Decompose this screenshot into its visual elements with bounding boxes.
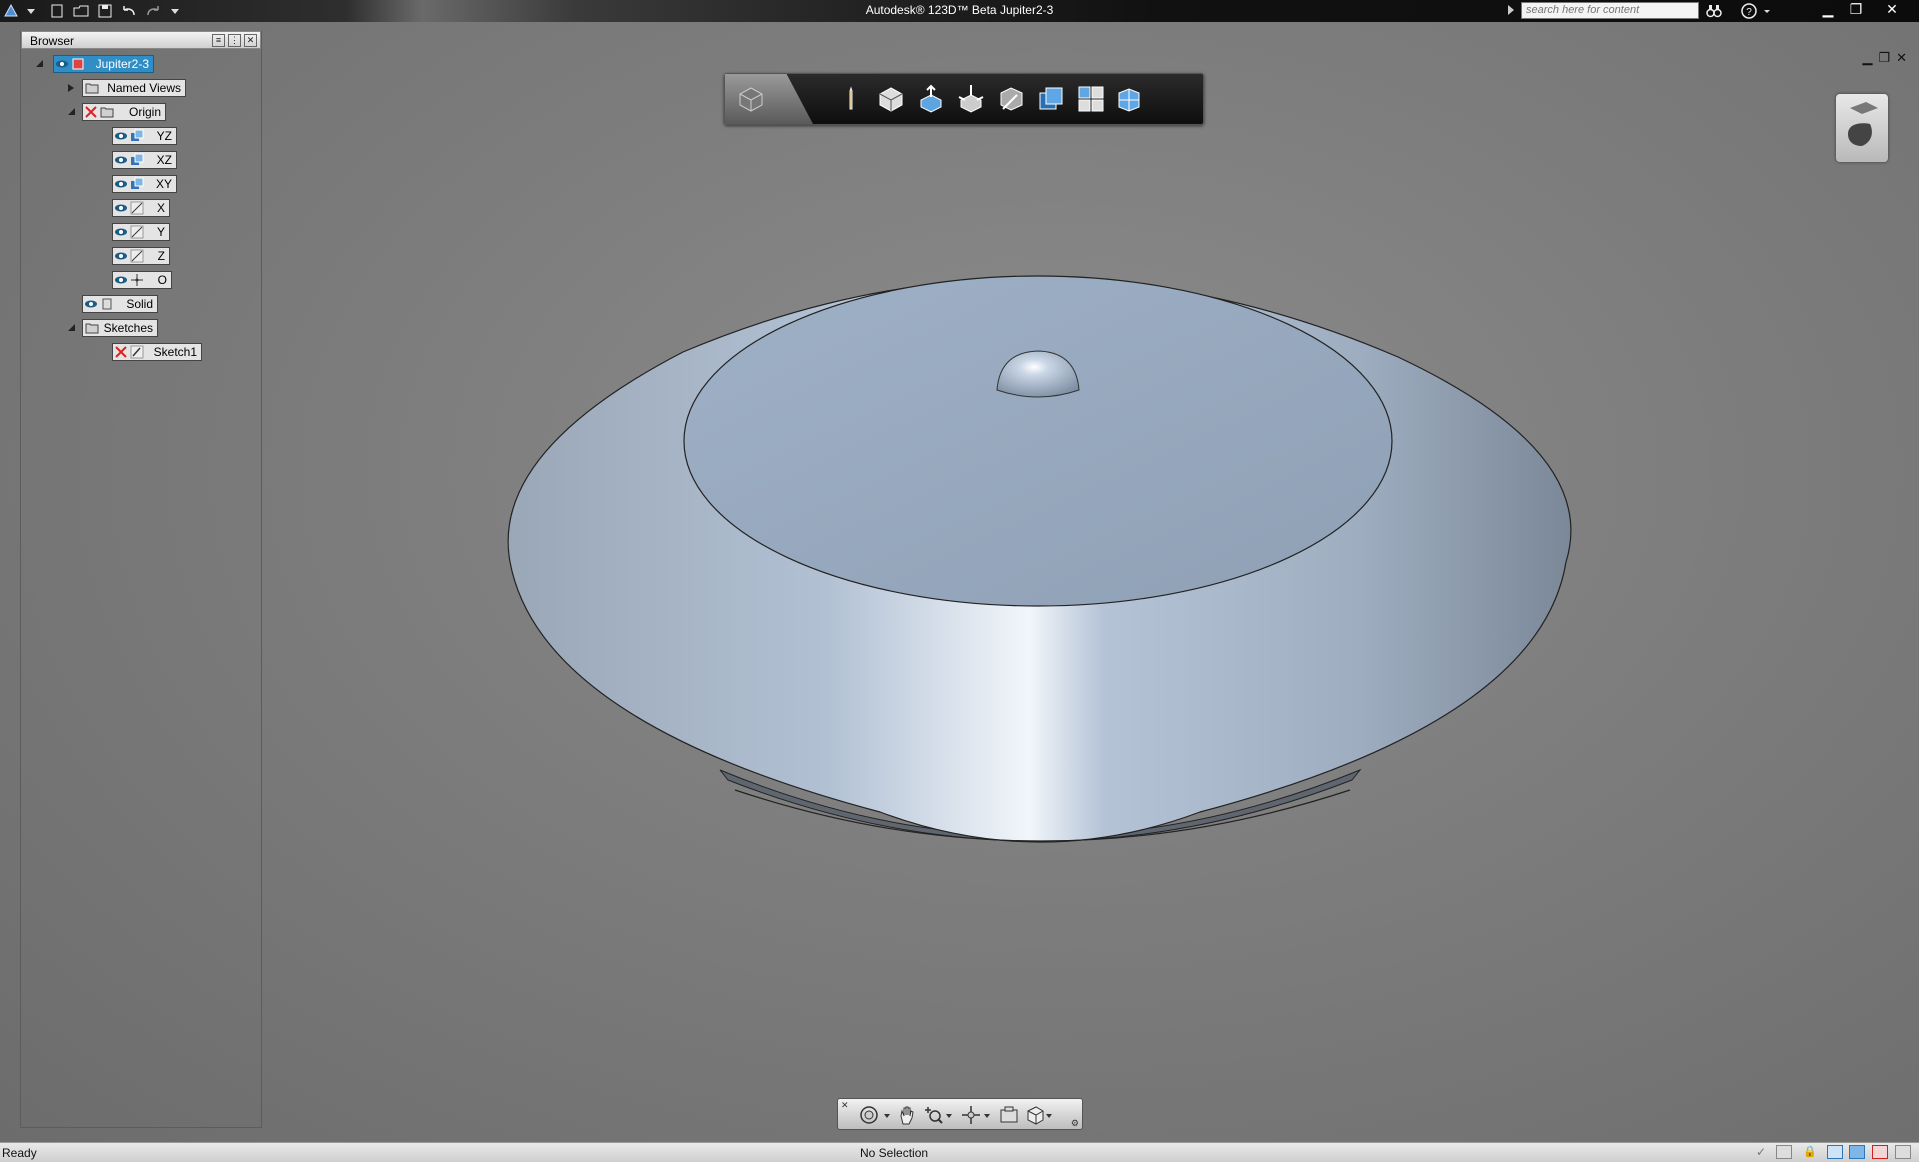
- plane-icon: [130, 177, 144, 191]
- eye-icon[interactable]: [114, 273, 128, 287]
- nav-bar-close-icon[interactable]: ✕: [841, 1100, 849, 1111]
- display-icon[interactable]: [1895, 1145, 1911, 1159]
- model-canvas[interactable]: [0, 22, 1919, 1142]
- constraint-icon[interactable]: [1872, 1145, 1888, 1159]
- restore-icon[interactable]: ❐: [1844, 0, 1868, 20]
- view-cube-icon[interactable]: [1024, 1104, 1046, 1126]
- cubes-icon[interactable]: [1115, 83, 1147, 115]
- eye-icon[interactable]: [114, 249, 128, 263]
- sketch-icon: [130, 345, 144, 359]
- point-icon: [130, 273, 144, 287]
- zoom-icon[interactable]: [922, 1104, 944, 1126]
- eye-icon[interactable]: [114, 177, 128, 191]
- snap-icon[interactable]: [1849, 1145, 1865, 1159]
- view-dropdown-icon[interactable]: [1044, 1104, 1066, 1126]
- browser-title: Browser: [30, 34, 75, 48]
- lock-icon[interactable]: 🔒: [1803, 1145, 1819, 1159]
- orbit-icon[interactable]: [858, 1104, 880, 1126]
- tree-expander-sketches[interactable]: [68, 324, 75, 331]
- viewport-window-controls[interactable]: ▁❐✕: [1862, 50, 1913, 66]
- axis-icon: [130, 201, 144, 215]
- eye-icon[interactable]: [84, 297, 98, 311]
- grid-toggle-icon[interactable]: [1776, 1145, 1792, 1159]
- assembly-icon: [71, 57, 85, 71]
- browser-options-icon[interactable]: ⋮: [228, 34, 241, 47]
- search-input[interactable]: [1521, 2, 1699, 19]
- axis-icon: [130, 225, 144, 239]
- tree-expander-root[interactable]: [36, 60, 43, 67]
- close-icon[interactable]: ✕: [1880, 0, 1904, 20]
- viewcube[interactable]: [1836, 94, 1888, 162]
- browser-close-icon[interactable]: ✕: [244, 34, 257, 47]
- sketch-icon[interactable]: [835, 83, 867, 115]
- svg-text:?: ?: [1746, 7, 1752, 18]
- status-text: Ready: [2, 1146, 37, 1160]
- plane-icon: [130, 153, 144, 167]
- move-icon[interactable]: [955, 83, 987, 115]
- browser-header: Browser ≡ ⋮ ✕: [21, 31, 261, 49]
- box-icon[interactable]: [875, 83, 907, 115]
- eye-icon[interactable]: [55, 57, 69, 71]
- grid-icon[interactable]: [1075, 83, 1107, 115]
- folder-icon: [100, 105, 114, 119]
- look-icon[interactable]: [960, 1104, 982, 1126]
- solid-icon: [100, 297, 114, 311]
- eye-icon[interactable]: [114, 225, 128, 239]
- plane-icon: [130, 129, 144, 143]
- eye-icon[interactable]: [114, 201, 128, 215]
- help-dropdown-icon[interactable]: [1758, 2, 1776, 20]
- camera-icon[interactable]: [998, 1104, 1020, 1126]
- navigation-bar: ✕ ⚙: [837, 1098, 1083, 1130]
- pan-icon[interactable]: [896, 1104, 918, 1126]
- shaded-icon[interactable]: [1035, 83, 1067, 115]
- eye-icon[interactable]: [114, 129, 128, 143]
- hidden-x-icon[interactable]: [84, 105, 98, 119]
- browser-list-icon[interactable]: ≡: [212, 34, 225, 47]
- folder-icon: [85, 321, 99, 335]
- measure-icon[interactable]: [995, 83, 1027, 115]
- folder-icon: [85, 81, 99, 95]
- binoculars-icon[interactable]: [1705, 2, 1723, 20]
- search-expand-icon[interactable]: [1508, 5, 1514, 15]
- layout-icon[interactable]: [1827, 1145, 1843, 1159]
- check-icon[interactable]: ✓: [1756, 1145, 1772, 1159]
- hull-top: [683, 275, 1393, 607]
- hidden-x-icon[interactable]: [114, 345, 128, 359]
- minimize-icon[interactable]: ▁: [1816, 0, 1840, 20]
- tree-expander-origin[interactable]: [68, 108, 75, 115]
- view-toolbar: [724, 73, 1204, 125]
- 3d-viewport[interactable]: ▁❐✕: [0, 22, 1919, 1142]
- selection-status: No Selection: [860, 1146, 929, 1160]
- eye-icon[interactable]: [114, 153, 128, 167]
- home-view-icon[interactable]: [735, 83, 767, 115]
- nav-bar-settings-icon[interactable]: ⚙: [1071, 1118, 1079, 1129]
- browser-panel: Browser ≡ ⋮ ✕: [20, 31, 262, 1128]
- extrude-icon[interactable]: [915, 83, 947, 115]
- title-bar: Autodesk® 123D™ Beta Jupiter2-3 ? ▁ ❐ ✕: [0, 0, 1919, 22]
- status-bar: Ready No Selection ✓ 🔒: [0, 1142, 1919, 1162]
- tree-expander-named-views[interactable]: [68, 84, 74, 92]
- axis-icon: [130, 249, 144, 263]
- help-icon[interactable]: ?: [1740, 2, 1758, 20]
